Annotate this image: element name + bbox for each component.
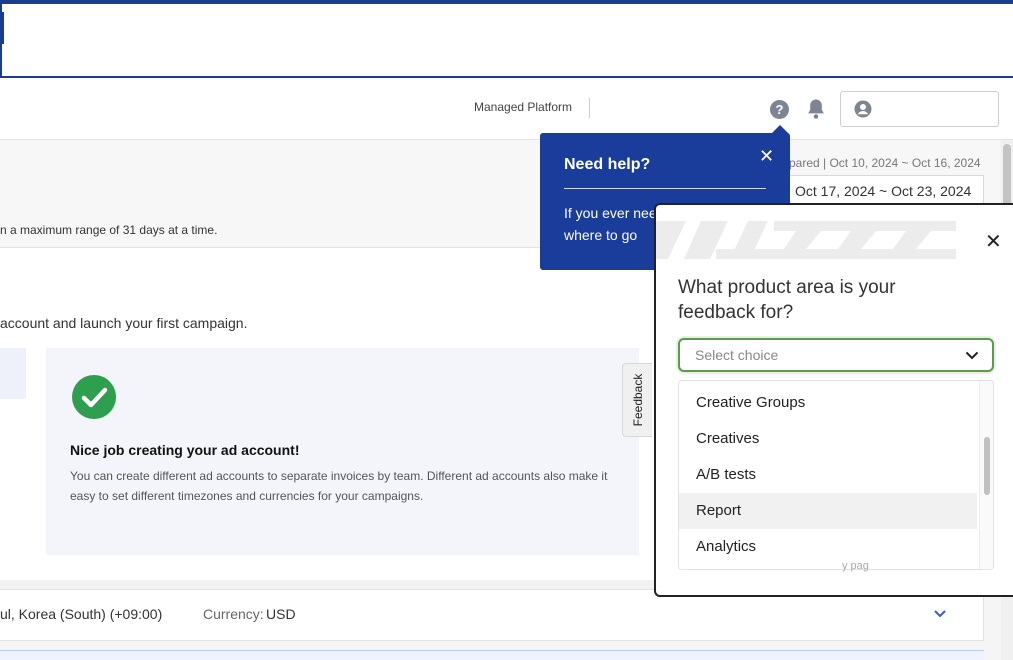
onboarding-intro: account and launch your first campaign.: [0, 315, 248, 331]
close-icon[interactable]: ✕: [759, 146, 774, 167]
success-card-title: Nice job creating your ad account!: [70, 442, 300, 458]
next-section-edge: [0, 650, 984, 660]
option-creative-groups[interactable]: Creative Groups: [679, 385, 977, 421]
option-analytics[interactable]: Analytics: [679, 529, 977, 565]
feedback-tab-label: Feedback: [630, 373, 645, 427]
user-icon: [854, 100, 872, 118]
product-area-options: Creative Groups Creatives A/B tests Repo…: [678, 380, 994, 570]
check-circle-icon: [72, 375, 116, 419]
account-menu[interactable]: [840, 91, 999, 127]
currency-value: USD: [266, 606, 296, 622]
success-card-description: You can create different ad accounts to …: [70, 469, 608, 503]
compared-date-range: pared | Oct 10, 2024 ~ Oct 16, 2024: [789, 156, 981, 170]
success-card: Nice job creating your ad account! You c…: [46, 348, 639, 555]
option-report[interactable]: Report: [679, 493, 977, 529]
top-frame: [0, 0, 1013, 78]
help-popover-divider: [564, 188, 766, 189]
chevron-down-icon: [965, 351, 979, 360]
feedback-tab[interactable]: Feedback: [622, 363, 652, 437]
app-header: Managed Platform ?: [0, 78, 1013, 140]
date-range-note: n a maximum range of 31 days at a time.: [0, 223, 218, 237]
feedback-survey-dialog: ✕ What product area is your feedback for…: [654, 203, 1013, 597]
header-divider: [589, 98, 590, 118]
options-scrollbar[interactable]: [979, 381, 993, 569]
help-popover-title: Need help?: [564, 156, 651, 173]
frame-marker: [0, 12, 4, 44]
timezone-value: ul, Korea (South) (+09:00): [0, 606, 163, 622]
obscured-text: y pag: [842, 560, 869, 572]
decorative-stripes: [656, 221, 956, 259]
option-ab-tests[interactable]: A/B tests: [679, 457, 977, 493]
option-creatives[interactable]: Creatives: [679, 421, 977, 457]
survey-question: What product area is your feedback for?: [678, 277, 896, 323]
product-area-select[interactable]: Select choice: [678, 338, 994, 372]
previous-step-card: [0, 348, 26, 399]
options-scrollbar-thumb[interactable]: [984, 437, 990, 495]
chevron-down-icon[interactable]: [932, 608, 948, 620]
currency-label: Currency:: [203, 606, 264, 622]
select-placeholder: Select choice: [695, 347, 779, 363]
close-icon[interactable]: ✕: [985, 229, 1002, 254]
bell-icon[interactable]: [806, 98, 826, 120]
date-range-picker[interactable]: Oct 17, 2024 ~ Oct 23, 2024: [784, 175, 984, 205]
help-icon[interactable]: ?: [770, 100, 789, 119]
managed-platform-link[interactable]: Managed Platform: [474, 100, 572, 114]
